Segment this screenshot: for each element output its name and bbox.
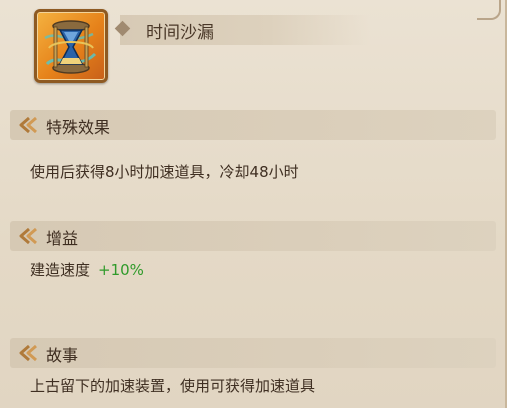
section-header-effect: 特殊效果 (10, 110, 496, 140)
hourglass-icon (44, 20, 97, 74)
chevron-double-icon (19, 116, 37, 134)
item-icon-frame (34, 9, 108, 83)
buff-stat-value: +10% (98, 261, 144, 279)
buff-stat-label: 建造速度 (30, 261, 91, 279)
item-name: 时间沙漏 (146, 23, 214, 43)
section-title-buff: 增益 (46, 229, 79, 248)
panel-corner-ornament (477, 0, 501, 20)
section-header-story: 故事 (10, 338, 496, 368)
effect-description: 使用后获得8小时加速道具，冷却48小时 (30, 163, 299, 181)
chevron-double-icon (19, 344, 37, 362)
section-header-buff: 增益 (10, 221, 496, 251)
buff-stat-row: 建造速度 +10% (30, 259, 144, 280)
item-detail-panel: 时间沙漏 特殊效果 使用后获得8小时加速道具，冷却48小时 增益 建造速度 +10… (0, 0, 507, 408)
story-description: 上古留下的加速装置，使用可获得加速道具 (30, 377, 316, 395)
item-title-ribbon: 时间沙漏 (114, 15, 370, 45)
section-title-story: 故事 (46, 346, 79, 365)
diamond-ornament-icon (114, 20, 131, 37)
section-title-effect: 特殊效果 (46, 118, 111, 137)
chevron-double-icon (19, 227, 37, 245)
